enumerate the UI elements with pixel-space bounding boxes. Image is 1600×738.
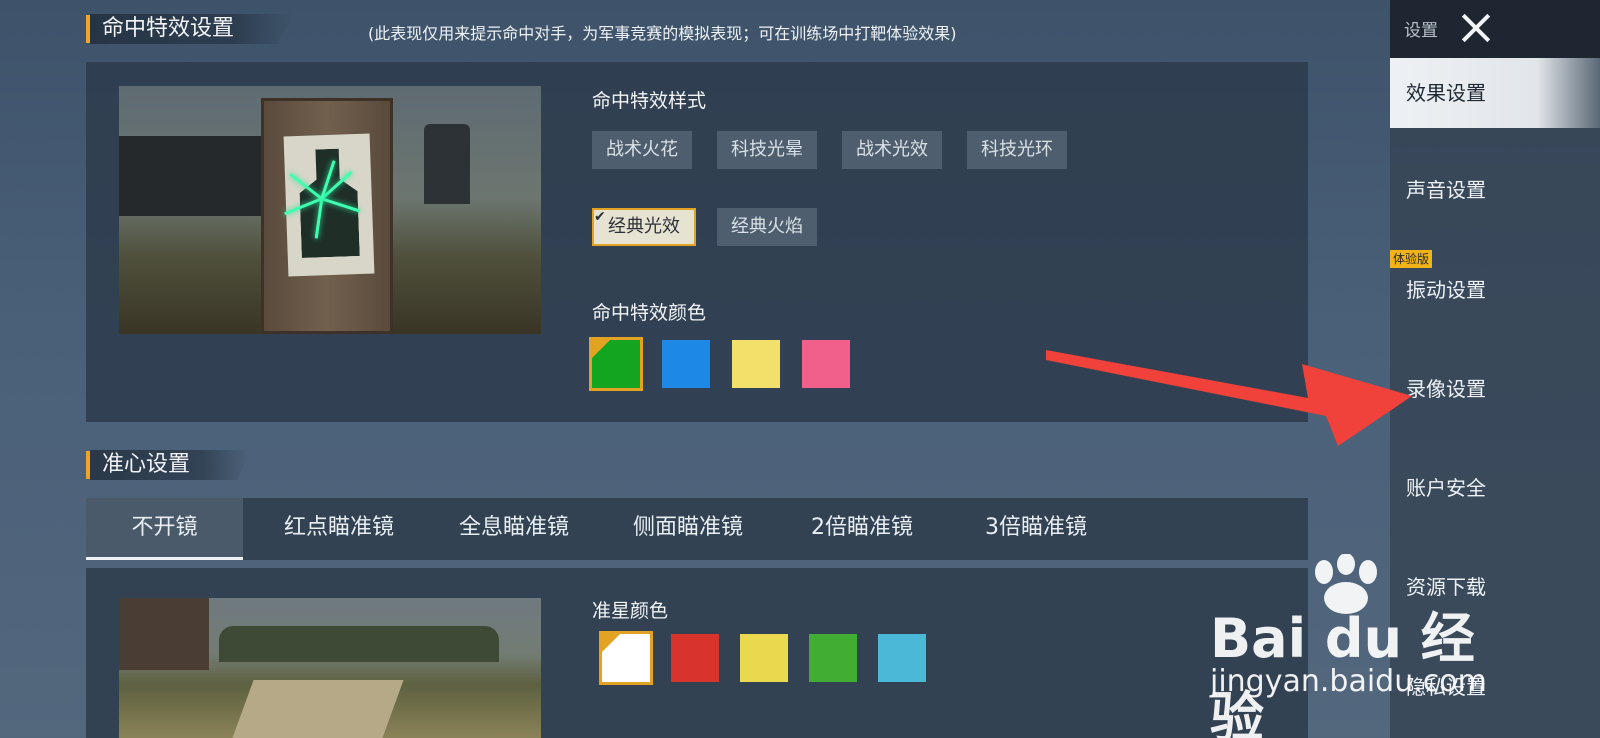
tab-holographic[interactable]: 全息瞄准镜 [436, 498, 592, 560]
crosshair-title: 准心设置 [90, 450, 251, 480]
check-icon: ✔ [594, 209, 606, 225]
watermark-url: jingyan.baidu.com [1210, 664, 1487, 699]
target-board [261, 98, 393, 334]
hit-style-option[interactable]: 科技光晕 [717, 131, 817, 169]
sidebar-header: 设置 [1390, 0, 1600, 58]
hit-effect-preview-image [119, 86, 541, 334]
hit-style-label: 命中特效样式 [592, 90, 707, 112]
tab-red-dot[interactable]: 红点瞄准镜 [261, 498, 417, 560]
hit-style-option[interactable]: 经典火焰 [717, 208, 817, 246]
sidebar-item-sound[interactable]: 声音设置 [1390, 155, 1600, 225]
crosshair-color-swatch-white[interactable] [599, 631, 653, 685]
close-icon[interactable] [1456, 8, 1496, 48]
crosshair-section-header: 准心设置 [86, 448, 251, 482]
hit-style-option-selected[interactable]: ✔ 经典光效 [592, 208, 696, 246]
hit-color-swatch-yellow[interactable] [732, 340, 780, 388]
hit-color-label: 命中特效颜色 [592, 302, 707, 324]
baidu-jingyan-watermark: Bai du 经验 jingyan.baidu.com [1210, 554, 1500, 738]
sidebar-item-effects[interactable]: 效果设置 [1390, 58, 1600, 128]
hit-color-swatch-blue[interactable] [662, 340, 710, 388]
red-arrow-annotation [1046, 350, 1412, 446]
hit-style-option-label: 经典光效 [608, 216, 680, 237]
tab-side-scope[interactable]: 侧面瞄准镜 [610, 498, 766, 560]
hit-color-swatch-green[interactable] [589, 337, 643, 391]
section-accent-bar [86, 15, 90, 43]
hit-effect-title: 命中特效设置 [90, 14, 295, 44]
crosshair-preview-image [119, 598, 541, 738]
tab-no-scope[interactable]: 不开镜 [86, 498, 243, 560]
hit-effect-note: (此表现仅用来提示命中对手，为军事竞赛的模拟表现；可在训练场中打靶体验效果) [368, 24, 957, 43]
crosshair-panel: 准星颜色 [86, 568, 1308, 738]
sidebar-item-account-security[interactable]: 账户安全 [1390, 453, 1600, 523]
sidebar-item-vibration[interactable]: 振动设置 [1390, 255, 1600, 325]
crosshair-color-swatch-cyan[interactable] [878, 634, 926, 682]
hit-style-option[interactable]: 战术光效 [842, 131, 942, 169]
section-accent-bar [86, 451, 90, 479]
crosshair-tabs: 不开镜 红点瞄准镜 全息瞄准镜 侧面瞄准镜 2倍瞄准镜 3倍瞄准镜 [86, 498, 1308, 560]
crosshair-color-swatch-green[interactable] [809, 634, 857, 682]
crosshair-color-swatch-yellow[interactable] [740, 634, 788, 682]
tab-2x-scope[interactable]: 2倍瞄准镜 [784, 498, 940, 560]
sidebar-item-recording[interactable]: 录像设置 [1390, 354, 1600, 424]
crosshair-color-label: 准星颜色 [592, 600, 669, 622]
hit-style-option[interactable]: 战术火花 [592, 131, 692, 169]
hit-effect-section-header: 命中特效设置 [86, 12, 295, 46]
sidebar-header-label: 设置 [1404, 21, 1438, 41]
crosshair-color-swatch-red[interactable] [671, 634, 719, 682]
tab-3x-scope[interactable]: 3倍瞄准镜 [958, 498, 1114, 560]
hit-style-option[interactable]: 科技光环 [967, 131, 1067, 169]
hit-color-swatch-pink[interactable] [802, 340, 850, 388]
